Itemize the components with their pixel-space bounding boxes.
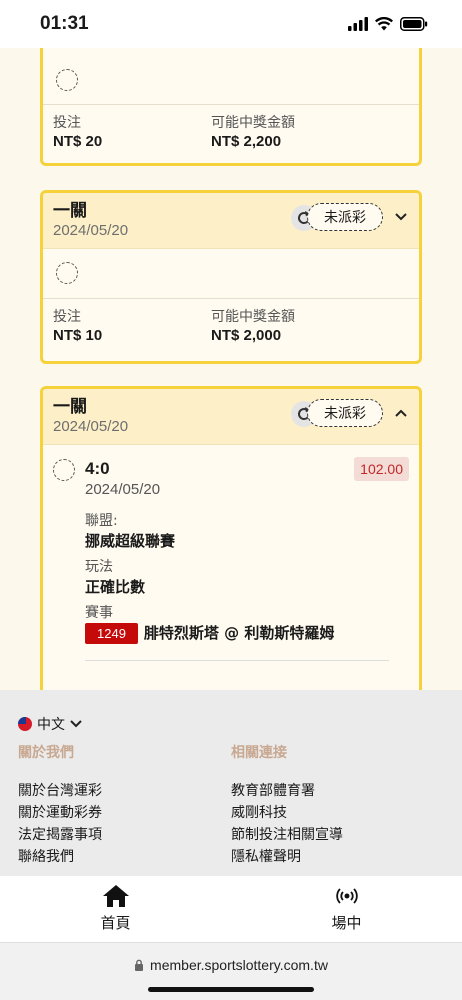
footer-link[interactable]: 威剛科技 <box>231 802 444 824</box>
live-broadcast-icon <box>335 888 358 904</box>
selection-row <box>43 48 419 105</box>
bet-detail: 4:0 2024/05/20 102.00 聯盟: 挪威超級聯賽 玩法 正確比數… <box>43 445 419 661</box>
related-links-heading: 相關連接 <box>231 745 287 761</box>
bet-card: 投注 NT$ 20 可能中獎金額 NT$ 2,200 <box>40 48 422 166</box>
battery-icon <box>400 17 428 31</box>
selection-row <box>43 249 419 299</box>
play-value: 正確比數 <box>85 578 146 596</box>
status-badge: 未派彩 <box>307 399 383 427</box>
status-badge: 未派彩 <box>307 203 383 231</box>
chevron-down-icon <box>70 720 82 728</box>
odds-badge: 102.00 <box>354 457 409 481</box>
event-label: 賽事 <box>85 605 113 621</box>
event-name: 腓特烈斯塔 @ 利勒斯特羅姆 <box>143 624 335 642</box>
home-icon <box>102 885 129 907</box>
footer-link[interactable]: 法定揭露事項 <box>18 824 231 846</box>
league-label: 聯盟: <box>85 513 118 529</box>
footer-link[interactable]: 教育部體育署 <box>231 780 444 802</box>
taiwan-flag-icon <box>18 717 32 731</box>
language-label: 中文 <box>37 717 65 733</box>
home-indicator[interactable] <box>148 987 314 992</box>
amount-row: 投注 NT$ 10 可能中獎金額 NT$ 2,000 <box>43 299 419 361</box>
site-footer: 中文 關於我們 關於台灣運彩 關於運動彩券 法定揭露事項 聯絡我們 相關連接 教… <box>0 690 462 876</box>
event-id-badge: 1249 <box>85 622 138 644</box>
stake-value: NT$ 10 <box>53 327 103 344</box>
event-line: 1249 腓特烈斯塔 @ 利勒斯特羅姆 <box>85 622 409 644</box>
dashed-circle-icon[interactable] <box>56 69 78 91</box>
payout-value: NT$ 2,200 <box>211 133 282 150</box>
wifi-icon <box>375 17 393 31</box>
league-value: 挪威超級聯賽 <box>85 532 176 550</box>
card-header[interactable]: 一關 2024/05/20 未派彩 <box>43 389 419 445</box>
url-field[interactable]: member.sportslottery.com.tw <box>0 943 462 973</box>
divider <box>85 660 389 661</box>
payout-label: 可能中獎金額 <box>211 309 295 325</box>
tab-live-label: 場中 <box>331 914 362 932</box>
status-time: 01:31 <box>40 13 89 34</box>
payout-value: NT$ 2,000 <box>211 327 282 344</box>
browser-url-bar: member.sportslottery.com.tw <box>0 942 462 1000</box>
collapse-button[interactable] <box>393 405 409 421</box>
about-section: 關於我們 關於台灣運彩 關於運動彩券 法定揭露事項 聯絡我們 <box>18 742 231 868</box>
match-date: 2024/05/20 <box>85 481 161 498</box>
card-header[interactable]: 一關 2024/05/20 未派彩 <box>43 193 419 249</box>
bet-card: 一關 2024/05/20 未派彩 4:0 2024/05/20 102.00 … <box>40 386 422 690</box>
dashed-circle-icon[interactable] <box>53 459 75 481</box>
status-icons <box>348 17 428 31</box>
footer-link[interactable]: 關於台灣運彩 <box>18 780 231 802</box>
status-bar: 01:31 <box>0 0 462 48</box>
about-heading: 關於我們 <box>18 745 74 761</box>
chevron-up-icon <box>395 409 407 417</box>
bet-info: 聯盟: 挪威超級聯賽 玩法 正確比數 賽事 1249 腓特烈斯塔 @ 利勒斯特羅… <box>85 512 409 644</box>
language-selector[interactable]: 中文 <box>18 714 444 734</box>
tab-home[interactable]: 首頁 <box>0 876 231 942</box>
stake-label: 投注 <box>53 309 81 325</box>
bottom-tab-bar: 首頁 場中 <box>0 876 462 942</box>
related-links-section: 相關連接 教育部體育署 威剛科技 節制投注相關宣導 隱私權聲明 <box>231 742 444 868</box>
stake-label: 投注 <box>53 115 81 131</box>
signal-icon <box>348 17 368 31</box>
dashed-circle-icon[interactable] <box>56 262 78 284</box>
chevron-down-icon <box>395 213 407 221</box>
footer-link[interactable]: 節制投注相關宣導 <box>231 824 444 846</box>
bet-list[interactable]: 投注 NT$ 20 可能中獎金額 NT$ 2,200 一關 2024/05/20… <box>0 48 462 690</box>
expand-button[interactable] <box>393 209 409 225</box>
bet-card: 一關 2024/05/20 未派彩 投注 NT$ 10 可能中獎金額 NT$ 2… <box>40 190 422 364</box>
tab-live[interactable]: 場中 <box>231 876 462 942</box>
tab-home-label: 首頁 <box>100 914 131 932</box>
url-text: member.sportslottery.com.tw <box>150 957 328 973</box>
footer-link[interactable]: 聯絡我們 <box>18 846 231 868</box>
lock-icon <box>135 959 144 971</box>
stake-value: NT$ 20 <box>53 133 103 150</box>
amount-row: 投注 NT$ 20 可能中獎金額 NT$ 2,200 <box>43 105 419 163</box>
score: 4:0 <box>85 459 110 478</box>
footer-link[interactable]: 關於運動彩券 <box>18 802 231 824</box>
payout-label: 可能中獎金額 <box>211 115 295 131</box>
footer-link[interactable]: 隱私權聲明 <box>231 846 444 868</box>
play-label: 玩法 <box>85 559 113 575</box>
